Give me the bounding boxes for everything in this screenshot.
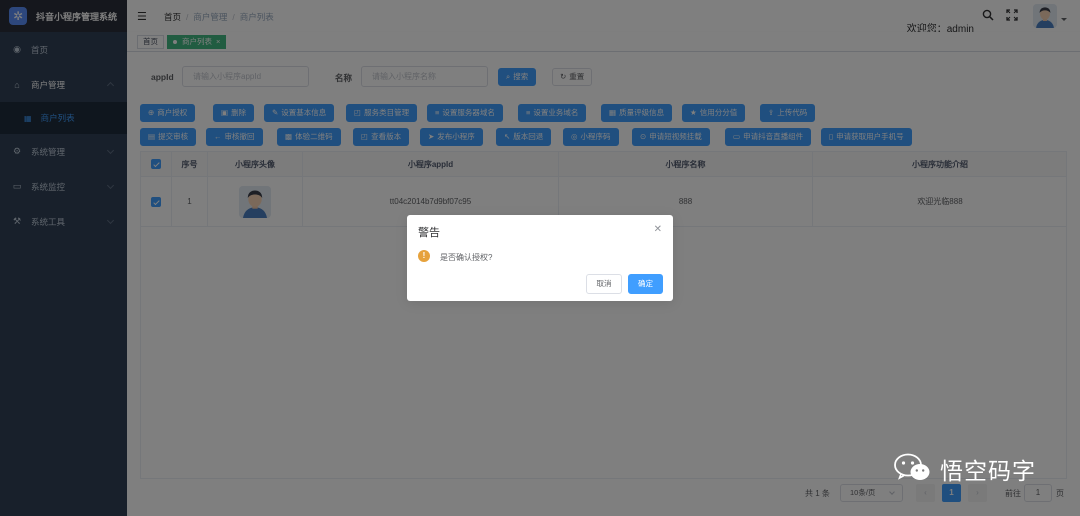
close-icon[interactable]: ✕: [654, 224, 662, 235]
wechat-icon: [893, 452, 931, 486]
watermark: 悟空码字: [893, 451, 1036, 487]
dialog-title: 警告: [418, 227, 440, 239]
dialog-message: 是否确认授权?: [440, 253, 493, 262]
watermark-text: 悟空码字: [940, 458, 1036, 484]
warning-icon: !: [418, 250, 430, 262]
confirm-dialog: 警告 ✕ ! 是否确认授权? 取消 确定: [407, 215, 673, 301]
confirm-button[interactable]: 确定: [628, 274, 663, 294]
cancel-button[interactable]: 取消: [586, 274, 622, 294]
